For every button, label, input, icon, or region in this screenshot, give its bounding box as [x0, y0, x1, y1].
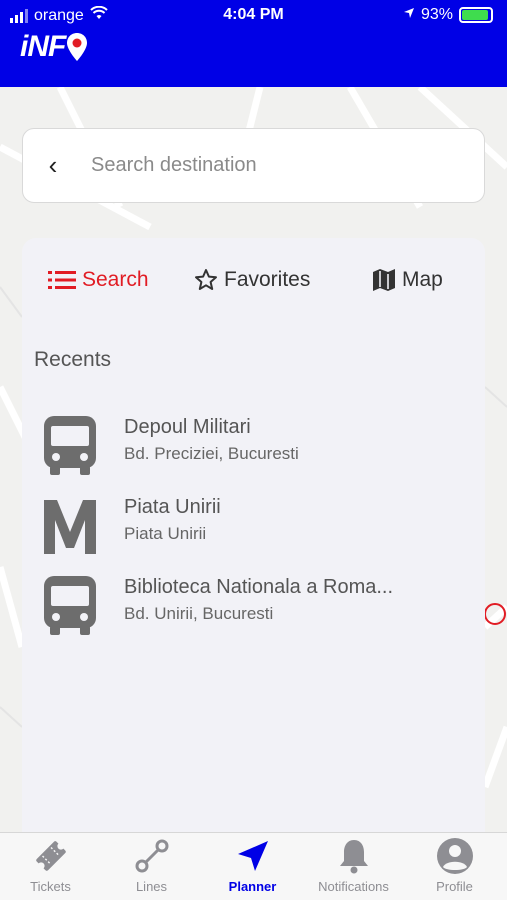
mode-tabs: Search Favorites Map — [22, 258, 485, 302]
recent-item[interactable]: Biblioteca Nationala a Roma... Bd. Uniri… — [22, 576, 485, 646]
bottom-tab-bar: Tickets Lines Planner Notifications Prof… — [0, 832, 507, 900]
navigation-arrow-icon — [237, 841, 268, 871]
tab-tickets[interactable]: Tickets — [0, 833, 101, 900]
bell-icon — [339, 840, 368, 874]
metro-icon — [44, 500, 96, 554]
battery-icon — [459, 7, 493, 23]
tab-map-label: Map — [402, 268, 443, 291]
bus-icon — [44, 576, 96, 635]
recent-item-name: Biblioteca Nationala a Roma... — [124, 576, 394, 598]
search-input[interactable] — [91, 154, 451, 177]
battery-percent: 93% — [420, 6, 453, 23]
tab-map[interactable]: Map — [372, 258, 443, 302]
tab-search[interactable]: Search — [48, 258, 149, 302]
tab-planner[interactable]: Planner — [202, 833, 303, 900]
tab-profile-label: Profile — [436, 879, 473, 894]
recents-heading: Recents — [34, 348, 112, 371]
tab-notifications[interactable]: Notifications — [303, 833, 404, 900]
location-arrow-icon — [403, 6, 415, 24]
tab-lines-label: Lines — [135, 879, 168, 894]
list-icon — [48, 271, 76, 289]
recent-item-address: Piata Unirii — [124, 524, 207, 543]
map-icon — [373, 269, 395, 291]
tab-lines[interactable]: Lines — [101, 833, 202, 900]
ticket-icon — [35, 841, 66, 871]
tab-favorites[interactable]: Favorites — [194, 258, 310, 302]
tab-tickets-label: Tickets — [30, 879, 71, 894]
user-icon — [436, 838, 473, 874]
chevron-left-icon[interactable]: ‹ — [23, 150, 83, 181]
recent-item-name: Depoul Militari — [124, 416, 251, 438]
search-bar: ‹ — [22, 128, 485, 203]
planner-panel: Search Favorites Map Recents Depoul Mili… — [22, 238, 485, 832]
app-logo: iNF — [20, 30, 88, 64]
tab-search-label: Search — [82, 268, 149, 291]
recent-item[interactable]: Depoul Militari Bd. Preciziei, Bucuresti — [22, 416, 485, 486]
tab-planner-label: Planner — [228, 879, 277, 894]
star-icon — [195, 269, 217, 290]
location-pin-logo-icon — [67, 33, 88, 61]
status-bar: orange 4:04 PM 93% — [0, 0, 507, 30]
recent-item-address: Bd. Unirii, Bucuresti — [124, 604, 274, 623]
logo-text: iNF — [20, 30, 66, 63]
tab-favorites-label: Favorites — [224, 268, 311, 291]
recent-item[interactable]: Piata Unirii Piata Unirii — [22, 496, 485, 566]
recent-item-address: Bd. Preciziei, Bucuresti — [124, 444, 299, 463]
app-header: orange 4:04 PM 93% iNF — [0, 0, 507, 87]
recent-item-name: Piata Unirii — [124, 496, 221, 518]
tab-profile[interactable]: Profile — [404, 833, 505, 900]
tab-notifications-label: Notifications — [318, 879, 389, 894]
bus-icon — [44, 416, 96, 475]
route-icon — [135, 839, 168, 873]
